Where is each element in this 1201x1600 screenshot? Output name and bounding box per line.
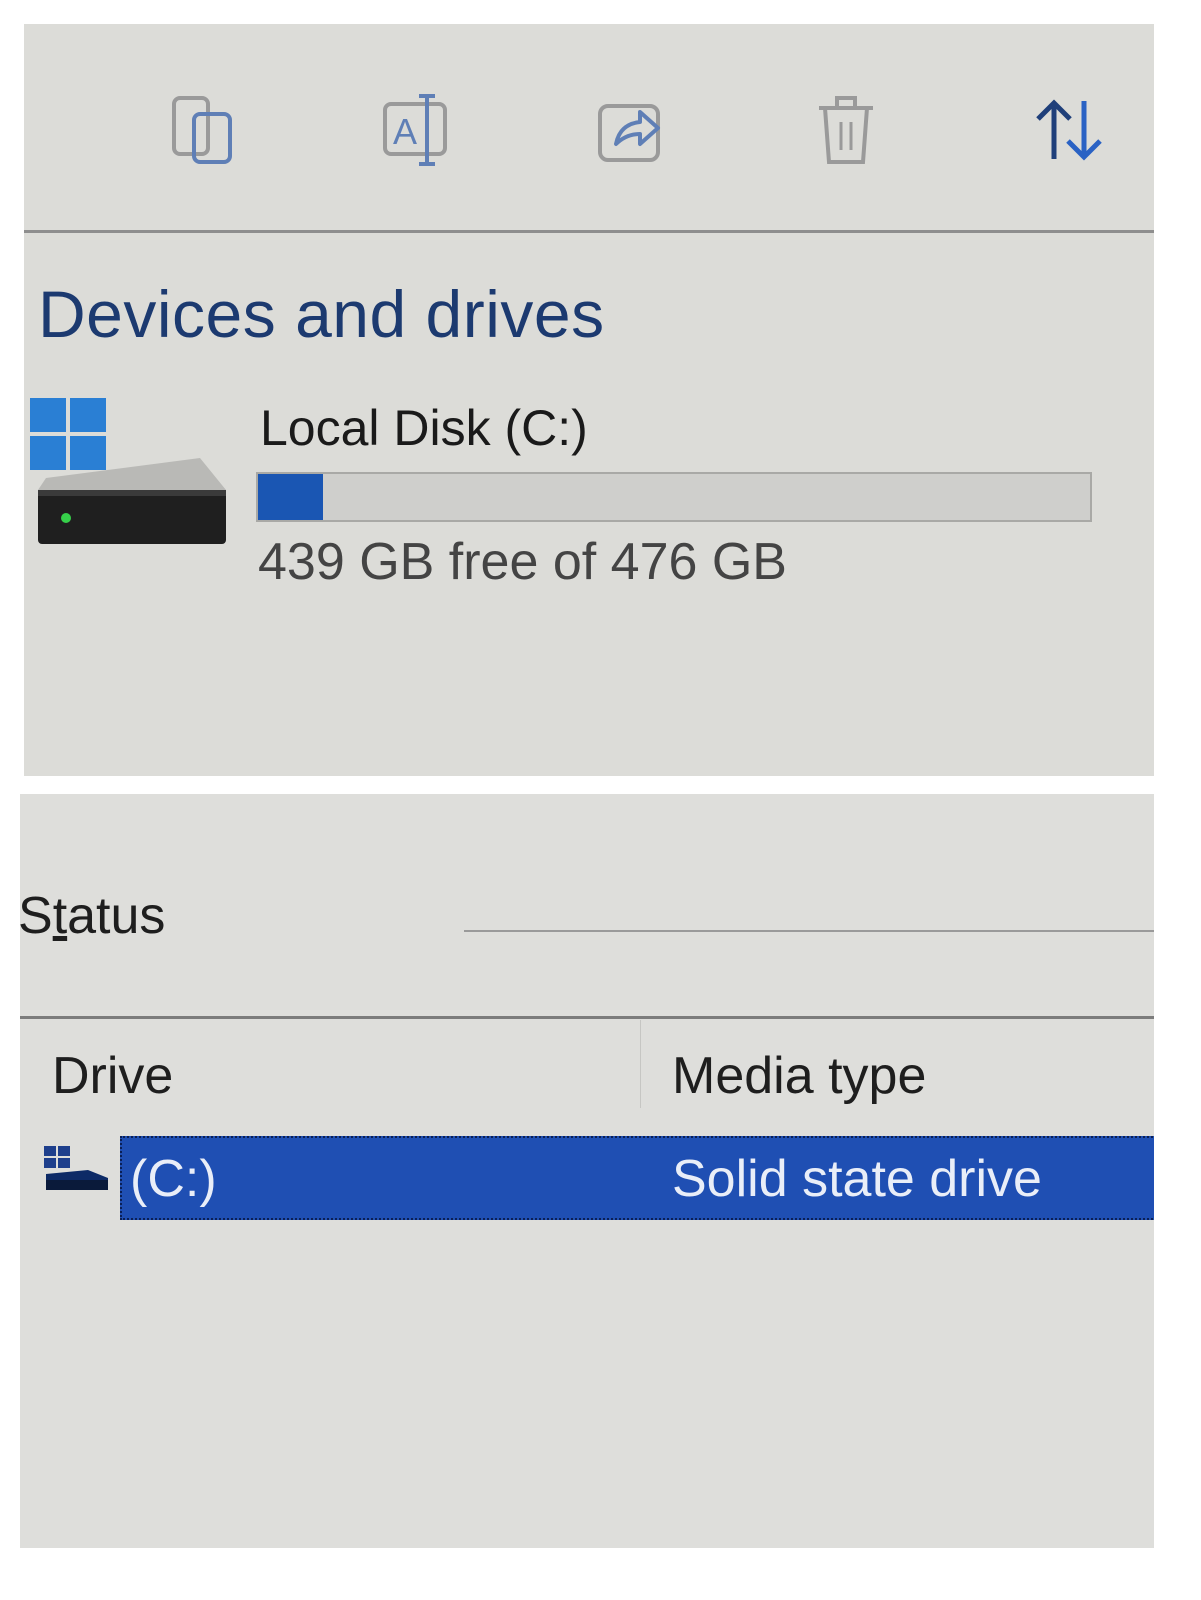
status-label: Status: [20, 886, 165, 946]
share-icon: [598, 104, 660, 162]
status-label-text: Status: [20, 887, 166, 945]
capacity-bar: [256, 472, 1092, 522]
sort-button[interactable]: [1030, 90, 1110, 170]
column-separator[interactable]: [640, 1020, 641, 1108]
trash-icon: [819, 96, 873, 164]
command-bar: A: [24, 24, 1154, 232]
rename-icon: A: [383, 94, 447, 166]
file-explorer-panel: A Devices and drives Local Disk (C:) 439…: [24, 24, 1154, 776]
share-button[interactable]: [592, 90, 672, 170]
delete-button[interactable]: [806, 90, 886, 170]
column-header-drive[interactable]: Drive: [52, 1046, 173, 1106]
grid-border: [20, 1016, 1154, 1019]
copy-icon: [172, 96, 232, 164]
rename-button[interactable]: A: [379, 90, 459, 170]
capacity-text: 439 GB free of 476 GB: [258, 533, 787, 591]
sort-icon: [1036, 99, 1102, 161]
drive-icon: [44, 1146, 108, 1190]
toolbar-divider: [24, 230, 1154, 233]
status-group-line: [464, 930, 1154, 932]
row-media-type-cell: Solid state drive: [672, 1150, 1042, 1208]
capacity-fill: [258, 474, 323, 520]
row-drive-cell: (C:): [130, 1150, 217, 1208]
svg-text:A: A: [393, 111, 417, 152]
column-header-media-type[interactable]: Media type: [672, 1046, 926, 1106]
drive-label: Local Disk (C:): [260, 400, 588, 456]
optimize-drives-panel: Status Drive Media type (C:) Solid state…: [20, 794, 1154, 1548]
windows-drive-icon: [30, 398, 226, 544]
copy-button[interactable]: [164, 90, 244, 170]
section-title: Devices and drives: [38, 277, 605, 351]
